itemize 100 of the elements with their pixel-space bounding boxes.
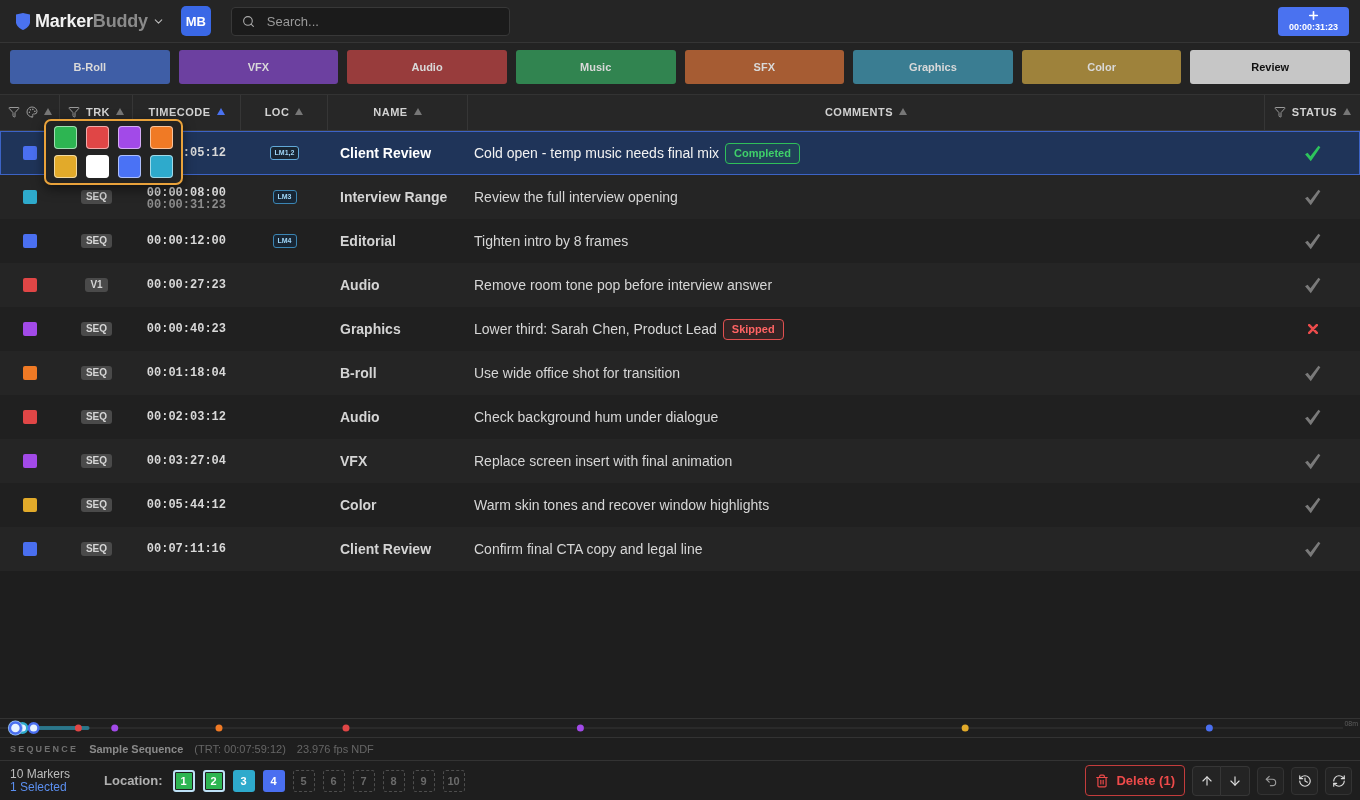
category-button[interactable]: VFX	[178, 50, 339, 84]
sort-arrow-icon[interactable]	[216, 108, 225, 115]
color-swatch-icon[interactable]	[23, 410, 37, 424]
filter-icon[interactable]	[1273, 105, 1286, 118]
category-button[interactable]: Music	[515, 50, 676, 84]
frame-rate-text: 23.976 fps NDF	[296, 743, 374, 755]
marker-row[interactable]: SEQ 00:01:18:04 B-roll Use wide office shot for transition	[0, 351, 1360, 395]
comment-text: Check background hum under dialogue	[474, 409, 719, 425]
history-button[interactable]	[1291, 766, 1318, 795]
filter-icon[interactable]	[67, 105, 80, 118]
color-option-icon[interactable]	[118, 126, 141, 149]
location-button[interactable]: 1	[172, 769, 195, 792]
sort-arrow-icon[interactable]	[43, 108, 52, 115]
column-header[interactable]: STATUS	[1291, 105, 1338, 118]
color-option-icon[interactable]	[86, 126, 109, 149]
color-option-icon[interactable]	[86, 155, 109, 178]
comment-text: Remove room tone pop before interview answer	[474, 277, 773, 293]
track-badge: SEQ	[80, 190, 113, 204]
track-badge: SEQ	[80, 542, 113, 556]
color-swatch-icon[interactable]	[23, 190, 37, 204]
marker-row[interactable]: SEQ 00:03:27:04 VFX Replace screen insert with final animation	[0, 439, 1360, 483]
color-option-icon[interactable]	[150, 155, 173, 178]
location-button[interactable]: 5	[292, 769, 315, 792]
location-label: Location:	[104, 773, 163, 788]
user-avatar[interactable]: MB	[180, 6, 211, 36]
location-button[interactable]: 7	[352, 769, 375, 792]
status-badge: Skipped	[722, 318, 784, 340]
comment-text: Cold open - temp music needs final mix	[474, 145, 720, 161]
sort-arrow-icon[interactable]	[116, 108, 125, 115]
refresh-icon	[1331, 773, 1346, 788]
move-up-button[interactable]	[1192, 765, 1221, 796]
check-icon[interactable]	[1304, 364, 1321, 382]
move-down-button[interactable]	[1221, 765, 1250, 796]
column-header[interactable]: COMMENTS	[824, 105, 894, 118]
status-badge: Completed	[725, 142, 800, 164]
marker-row[interactable]: V1 00:00:27:23 Audio Remove room tone pop before interview answer	[0, 263, 1360, 307]
column-header[interactable]: TIMECODE	[148, 105, 211, 118]
marker-timeline[interactable]	[0, 719, 1344, 737]
color-swatch-icon[interactable]	[23, 322, 37, 336]
shield-logo-icon	[16, 12, 30, 30]
check-icon[interactable]	[1304, 540, 1321, 558]
color-option-icon[interactable]	[150, 126, 173, 149]
comment-text: Review the full interview opening	[474, 189, 678, 205]
search-field[interactable]: Search...	[230, 6, 510, 36]
filter-icon[interactable]	[7, 105, 20, 118]
color-option-icon[interactable]	[118, 155, 141, 178]
color-swatch-icon[interactable]	[23, 278, 37, 292]
sort-arrow-icon[interactable]	[1343, 108, 1352, 115]
comment-text: Confirm final CTA copy and legal line	[474, 541, 703, 557]
check-icon[interactable]	[1304, 408, 1321, 426]
category-button[interactable]: B-Roll	[10, 50, 170, 84]
marker-name: Graphics	[340, 321, 401, 337]
marker-name: Audio	[340, 277, 380, 293]
sort-arrow-icon[interactable]	[899, 108, 908, 115]
category-button[interactable]: SFX	[684, 50, 845, 84]
check-icon[interactable]	[1304, 188, 1321, 206]
x-mark-icon[interactable]	[1307, 324, 1318, 334]
comment-text: Tighten intro by 8 frames	[474, 233, 629, 249]
location-button[interactable]: 9	[412, 769, 435, 792]
color-option-icon[interactable]	[54, 155, 77, 178]
color-swatch-icon[interactable]	[23, 498, 37, 512]
column-header[interactable]: TRK	[85, 105, 111, 118]
location-button[interactable]: 6	[322, 769, 345, 792]
track-badge: SEQ	[80, 410, 113, 424]
color-swatch-icon[interactable]	[23, 234, 37, 248]
check-icon[interactable]	[1304, 496, 1321, 514]
marker-row[interactable]: SEQ 00:07:11:16 Client Review Confirm final CTA copy and legal line	[0, 527, 1360, 571]
location-button[interactable]: 3	[232, 769, 255, 792]
category-button[interactable]: Audio	[347, 50, 507, 84]
color-swatch-icon[interactable]	[23, 146, 37, 160]
refresh-button[interactable]	[1325, 766, 1352, 795]
track-badge: SEQ	[80, 498, 113, 512]
marker-name: Interview Range	[340, 189, 448, 205]
sort-arrow-icon[interactable]	[295, 108, 304, 115]
column-header[interactable]: NAME	[373, 105, 408, 118]
palette-icon[interactable]	[25, 105, 38, 118]
timecode-text: 00:00:12:00	[146, 235, 226, 247]
location-button[interactable]: 10	[442, 769, 465, 792]
location-button[interactable]: 8	[382, 769, 405, 792]
color-swatch-icon[interactable]	[23, 366, 37, 380]
add-marker-button[interactable]: 00:00:31:23	[1278, 6, 1349, 36]
delete-button[interactable]: Delete (1)	[1085, 765, 1185, 796]
undo-button[interactable]	[1257, 766, 1284, 795]
category-button[interactable]: Review	[1190, 50, 1350, 84]
category-button[interactable]: Color	[1021, 50, 1182, 84]
comment-text: Lower third: Sarah Chen, Product Lead	[474, 321, 717, 337]
sort-arrow-icon[interactable]	[413, 108, 422, 115]
color-option-icon[interactable]	[54, 126, 77, 149]
column-header[interactable]: LOC	[264, 105, 290, 118]
color-swatch-icon[interactable]	[23, 454, 37, 468]
location-button[interactable]: 4	[262, 769, 285, 792]
check-icon[interactable]	[1304, 276, 1321, 294]
arrow-down-icon	[1228, 773, 1242, 788]
brand-name-suffix: Buddy	[92, 10, 148, 32]
check-icon[interactable]	[1304, 452, 1321, 470]
location-button[interactable]: 2	[202, 769, 225, 792]
color-swatch-icon[interactable]	[23, 542, 37, 556]
check-icon[interactable]	[1304, 144, 1321, 162]
check-icon[interactable]	[1304, 232, 1321, 250]
category-button[interactable]: Graphics	[853, 50, 1013, 84]
